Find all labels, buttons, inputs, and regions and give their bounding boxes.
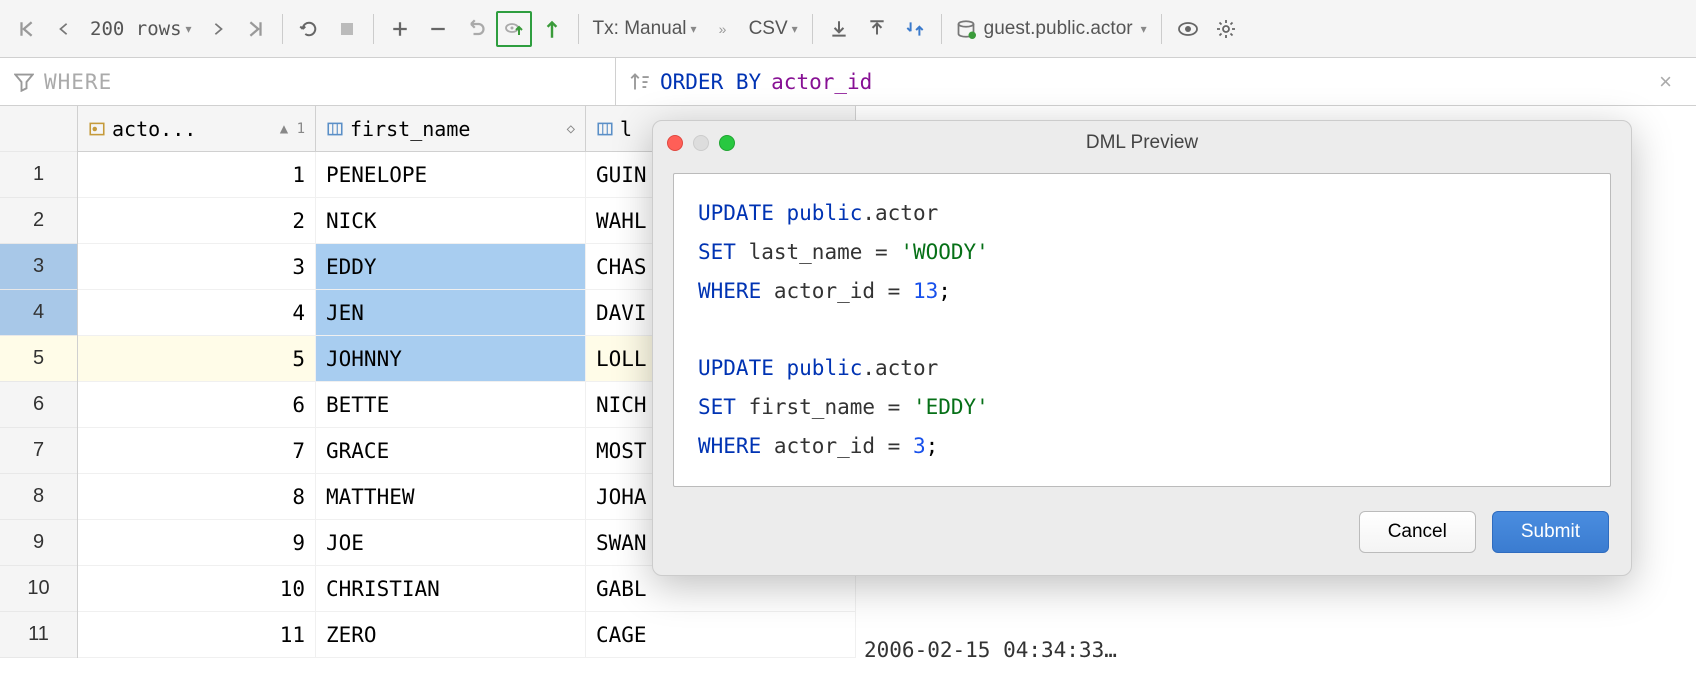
chevron-down-icon: ▾ [792, 22, 798, 36]
more-tx-icon[interactable]: » [705, 11, 741, 47]
row-gutter[interactable]: 3 [0, 244, 77, 290]
row-gutter[interactable]: 11 [0, 612, 77, 658]
window-zoom-icon[interactable] [719, 135, 735, 151]
cell-first-name[interactable]: JOHNNY [316, 336, 586, 381]
dml-preview-dialog: DML Preview UPDATE public.actor SET last… [652, 120, 1632, 576]
refresh-icon[interactable] [291, 11, 327, 47]
chevron-down-icon: ▾ [1141, 22, 1147, 36]
toolbar: 200 rows ▾ Tx: Manual ▾ » CSV ▾ [0, 0, 1696, 58]
sort-handle-icon: ◇ [567, 121, 575, 137]
cell-last-name[interactable]: CAGE [586, 612, 856, 657]
cell-id[interactable]: 7 [78, 428, 316, 473]
row-gutter[interactable]: 9 [0, 520, 77, 566]
stop-icon[interactable] [329, 11, 365, 47]
order-by-column[interactable]: actor_id [771, 70, 872, 94]
eye-icon[interactable] [1170, 11, 1206, 47]
export-down-icon[interactable] [821, 11, 857, 47]
remove-row-icon[interactable] [420, 11, 456, 47]
import-up-icon[interactable] [859, 11, 895, 47]
cell-id[interactable]: 3 [78, 244, 316, 289]
datasource-selector[interactable]: guest.public.actor ▾ [950, 18, 1153, 40]
format-selector[interactable]: CSV ▾ [743, 18, 804, 40]
cell-first-name[interactable]: JEN [316, 290, 586, 335]
filter-icon[interactable] [14, 72, 34, 92]
window-minimize-icon [693, 135, 709, 151]
cell-id[interactable]: 9 [78, 520, 316, 565]
migrate-icon[interactable] [897, 11, 933, 47]
filter-bar: WHERE ORDER BY actor_id × [0, 58, 1696, 106]
table-row[interactable]: 11 ZERO CAGE [78, 612, 856, 658]
cancel-button[interactable]: Cancel [1359, 511, 1476, 553]
row-gutter[interactable]: 6 [0, 382, 77, 428]
cell-id[interactable]: 1 [78, 152, 316, 197]
cell-first-name[interactable]: PENELOPE [316, 152, 586, 197]
row-gutter[interactable]: 10 [0, 566, 77, 612]
cell-first-name[interactable]: EDDY [316, 244, 586, 289]
column-icon [596, 120, 614, 138]
row-gutter[interactable]: 8 [0, 474, 77, 520]
cell-first-name[interactable]: ZERO [316, 612, 586, 657]
window-close-icon[interactable] [667, 135, 683, 151]
row-gutter[interactable]: 2 [0, 198, 77, 244]
cell-first-name[interactable]: GRACE [316, 428, 586, 473]
next-page-icon[interactable] [200, 11, 236, 47]
cell-first-name[interactable]: MATTHEW [316, 474, 586, 519]
gutter-header [0, 106, 77, 152]
close-icon[interactable]: × [1659, 69, 1682, 95]
cell-first-name[interactable]: JOE [316, 520, 586, 565]
column-icon [326, 120, 344, 138]
submit-button[interactable]: Submit [1492, 511, 1609, 553]
chevron-down-icon: ▾ [691, 22, 697, 36]
prev-page-icon[interactable] [46, 11, 82, 47]
chevron-down-icon: ▾ [186, 22, 192, 36]
dialog-titlebar[interactable]: DML Preview [653, 121, 1631, 165]
cell-id[interactable]: 2 [78, 198, 316, 243]
cell-id[interactable]: 5 [78, 336, 316, 381]
sort-icon[interactable] [630, 72, 650, 92]
row-gutter[interactable]: 4 [0, 290, 77, 336]
cell-id[interactable]: 11 [78, 612, 316, 657]
row-gutter[interactable]: 7 [0, 428, 77, 474]
cell-id[interactable]: 8 [78, 474, 316, 519]
cell-first-name[interactable]: BETTE [316, 382, 586, 427]
undo-icon[interactable] [458, 11, 494, 47]
add-row-icon[interactable] [382, 11, 418, 47]
sql-preview[interactable]: UPDATE public.actor SET last_name = 'WOO… [673, 173, 1611, 487]
first-page-icon[interactable] [8, 11, 44, 47]
settings-gear-icon[interactable] [1208, 11, 1244, 47]
commit-icon[interactable] [534, 11, 570, 47]
cell-timestamp[interactable]: 2006-02-15 04:34:33… [850, 628, 1696, 672]
row-gutter[interactable]: 1 [0, 152, 77, 198]
cell-first-name[interactable]: NICK [316, 198, 586, 243]
cell-id[interactable]: 6 [78, 382, 316, 427]
cell-id[interactable]: 4 [78, 290, 316, 335]
preview-changes-icon[interactable] [496, 11, 532, 47]
row-gutter[interactable]: 5 [0, 336, 77, 382]
tx-mode[interactable]: Tx: Manual ▾ [587, 18, 703, 40]
last-page-icon[interactable] [238, 11, 274, 47]
dialog-title: DML Preview [653, 132, 1631, 154]
cell-first-name[interactable]: CHRISTIAN [316, 566, 586, 611]
cell-id[interactable]: 10 [78, 566, 316, 611]
order-by-label[interactable]: ORDER BY [660, 70, 761, 94]
key-column-icon [88, 120, 106, 138]
where-label[interactable]: WHERE [44, 70, 112, 94]
database-icon [956, 19, 976, 39]
column-header-first-name[interactable]: first_name ◇ [316, 106, 586, 151]
rows-selector[interactable]: 200 rows ▾ [84, 18, 198, 40]
column-header-actor-id[interactable]: acto... ▲ 1 [78, 106, 316, 151]
